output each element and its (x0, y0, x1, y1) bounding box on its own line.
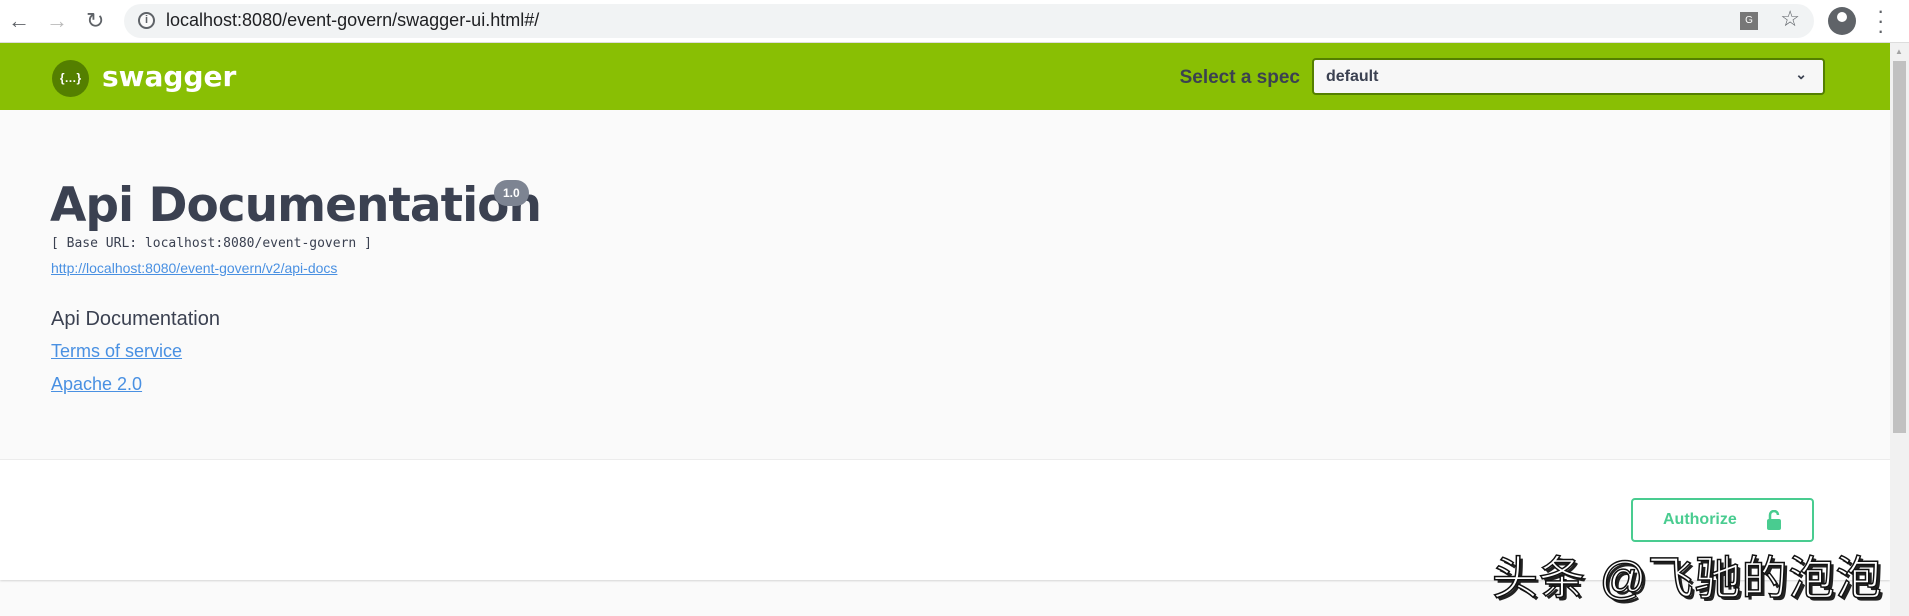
terms-of-service-link[interactable]: Terms of service (51, 341, 182, 362)
license-link[interactable]: Apache 2.0 (51, 374, 142, 395)
address-bar[interactable]: i localhost:8080/event-govern/swagger-ui… (124, 4, 1814, 38)
swagger-logo-icon[interactable]: {…} (52, 60, 89, 97)
translate-icon[interactable]: G (1740, 12, 1758, 30)
base-url: [ Base URL: localhost:8080/event-govern … (51, 236, 372, 251)
api-docs-link[interactable]: http://localhost:8080/event-govern/v2/ap… (51, 260, 337, 276)
scrollbar[interactable]: ▲ (1890, 43, 1909, 616)
info-icon[interactable]: i (138, 12, 155, 29)
spec-select-value: default (1326, 68, 1379, 85)
chevron-down-icon: ⌄ (1795, 66, 1807, 82)
watermark: 头条 @飞驰的泡泡 (1491, 551, 1883, 605)
scroll-up-icon[interactable]: ▲ (1895, 47, 1903, 56)
back-icon[interactable]: ← (8, 8, 30, 34)
url-text[interactable]: localhost:8080/event-govern/swagger-ui.h… (166, 10, 539, 31)
version-badge: 1.0 (494, 180, 529, 206)
page-title: Api Documentation (50, 178, 542, 233)
swagger-topbar: {…} swagger Select a spec default ⌄ (0, 43, 1890, 110)
spec-select[interactable]: default ⌄ (1312, 58, 1825, 95)
menu-icon[interactable]: · · · (1877, 0, 1884, 42)
forward-icon[interactable]: → (46, 8, 68, 34)
spec-label: Select a spec (1179, 67, 1300, 88)
star-icon[interactable]: ☆ (1780, 6, 1800, 32)
authorize-button[interactable]: Authorize (1631, 498, 1814, 542)
scrollbar-thumb[interactable] (1893, 61, 1906, 433)
unlock-icon (1767, 510, 1781, 530)
brand-name[interactable]: swagger (102, 60, 236, 93)
reload-icon[interactable]: ↻ (86, 8, 104, 34)
authorize-label: Authorize (1663, 511, 1737, 528)
description: Api Documentation (51, 308, 220, 330)
browser-toolbar: ← → ↻ i localhost:8080/event-govern/swag… (0, 0, 1909, 43)
profile-icon[interactable] (1828, 7, 1856, 35)
info-section: Api Documentation 1.0 [ Base URL: localh… (0, 110, 1890, 460)
